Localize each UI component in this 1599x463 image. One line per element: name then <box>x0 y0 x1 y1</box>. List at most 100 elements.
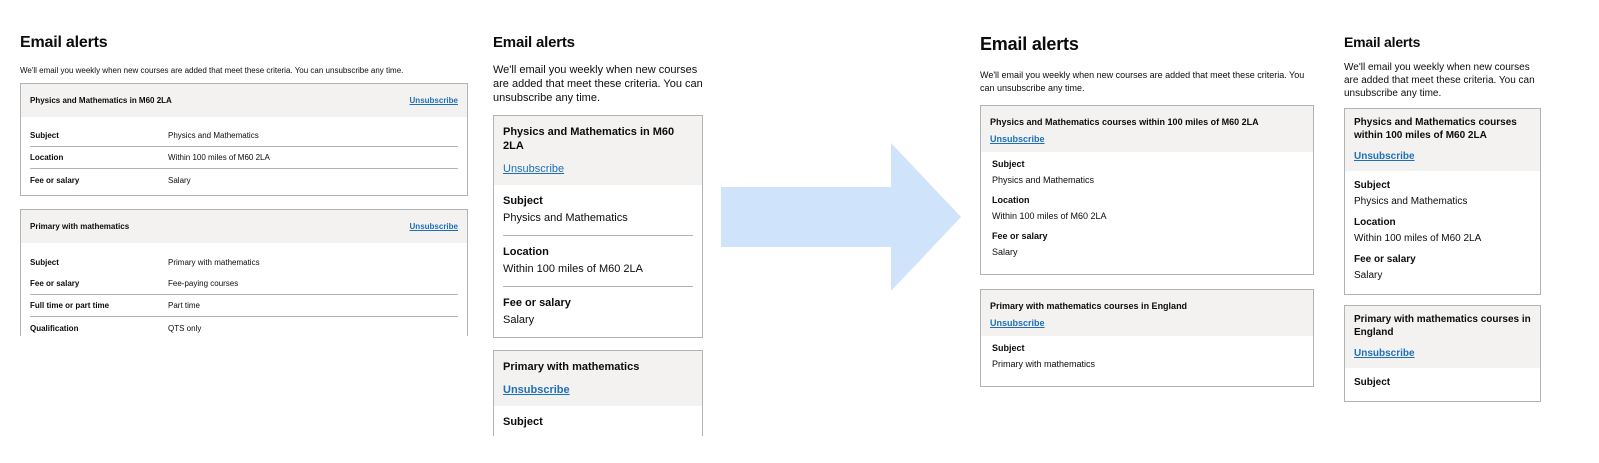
summary-value: Salary <box>1354 270 1383 281</box>
summary-value: Within 100 miles of M60 2LA <box>503 263 644 275</box>
before-mobile-panel: Email alerts We'll email you weekly when… <box>493 34 705 436</box>
summary-value: Salary <box>168 175 191 185</box>
alert-card: Primary with mathematics courses in Engl… <box>1344 305 1541 402</box>
summary-row: Qualification QTS only <box>30 317 458 336</box>
summary-key: Location <box>30 153 64 162</box>
summary-value: Salary <box>992 247 1018 257</box>
summary-row: Subject <box>503 406 693 436</box>
summary-value: Part time <box>168 301 201 310</box>
summary-value: Physics and Mathematics <box>168 131 259 140</box>
summary-row: Location Within 100 miles of M60 2LA <box>503 236 693 287</box>
summary-key: Fee or salary <box>30 279 80 288</box>
alert-summary-list: Subject Physics and Mathematics Location… <box>981 152 1313 274</box>
summary-key: Location <box>1354 217 1396 228</box>
alert-card: Physics and Mathematics courses within 1… <box>1344 108 1541 295</box>
summary-row: Location Within 100 miles of M60 2LA <box>992 194 1302 223</box>
summary-key: Subject <box>503 195 543 207</box>
after-desktop-panel: Email alerts We'll email you weekly when… <box>980 34 1314 400</box>
summary-row: Fee or salary Salary <box>992 230 1302 259</box>
intro-text: We'll email you weekly when new courses … <box>493 64 703 104</box>
alert-title: Primary with mathematics <box>503 361 640 373</box>
summary-row: Subject Primary with mathematics <box>992 342 1302 371</box>
summary-row: Location Within 100 miles of M60 2LA <box>1354 216 1531 245</box>
summary-key: Fee or salary <box>503 297 571 309</box>
summary-row: Full time or part time Part time <box>30 295 458 317</box>
unsubscribe-link[interactable]: Unsubscribe <box>503 384 693 396</box>
unsubscribe-link[interactable]: Unsubscribe <box>410 96 458 105</box>
alert-title: Physics and Mathematics in M60 2LA <box>503 126 675 152</box>
alert-card-header: Physics and Mathematics in M60 2LA Unsub… <box>21 84 467 117</box>
alert-title: Physics and Mathematics in M60 2LA <box>30 96 172 105</box>
alert-card: Primary with mathematics courses in Engl… <box>980 289 1314 387</box>
summary-key: Full time or part time <box>30 301 110 310</box>
summary-row: Subject <box>1354 376 1531 389</box>
alert-summary-list: Subject Physics and Mathematics Location… <box>494 185 702 337</box>
alert-summary-list: Subject Primary with mathematics <box>981 336 1313 386</box>
summary-row: Subject Physics and Mathematics <box>992 158 1302 187</box>
page-heading: Email alerts <box>493 34 575 51</box>
alert-summary-list: Subject Physics and Mathematics Location… <box>1345 171 1540 294</box>
intro-text: We'll email you weekly when new courses … <box>980 70 1305 93</box>
summary-key: Subject <box>30 131 59 140</box>
alert-card-header: Physics and Mathematics in M60 2LA Unsub… <box>494 116 702 185</box>
unsubscribe-link[interactable]: Unsubscribe <box>1354 151 1531 162</box>
summary-key: Qualification <box>30 323 79 333</box>
alert-card: Primary with mathematics Unsubscribe Sub… <box>493 350 703 436</box>
summary-key: Subject <box>503 416 543 428</box>
alert-card: Physics and Mathematics courses within 1… <box>980 105 1314 275</box>
summary-key: Subject <box>992 343 1025 353</box>
summary-key: Fee or salary <box>30 175 80 185</box>
summary-row: Subject Physics and Mathematics <box>30 125 458 147</box>
summary-value: QTS only <box>168 323 202 333</box>
summary-value: Within 100 miles of M60 2LA <box>168 153 270 162</box>
alert-title: Physics and Mathematics courses within 1… <box>990 117 1259 127</box>
summary-row: Subject Physics and Mathematics <box>1354 179 1531 208</box>
unsubscribe-link[interactable]: Unsubscribe <box>1354 348 1531 359</box>
alert-title: Primary with mathematics courses in Engl… <box>1354 314 1531 338</box>
summary-key: Subject <box>992 159 1025 169</box>
summary-row: Fee or salary Fee-paying courses <box>30 273 458 295</box>
summary-row: Fee or salary Salary <box>1354 253 1531 282</box>
alert-title: Primary with mathematics <box>30 222 130 231</box>
summary-value: Within 100 miles of M60 2LA <box>1354 233 1482 244</box>
alert-summary-list: Subject <box>494 406 702 436</box>
alert-card-header: Primary with mathematics courses in Engl… <box>981 290 1313 336</box>
summary-row: Fee or salary Salary <box>30 169 458 191</box>
alert-title: Primary with mathematics courses in Engl… <box>990 301 1188 311</box>
summary-value: Physics and Mathematics <box>1354 196 1468 207</box>
alert-title: Physics and Mathematics courses within 1… <box>1354 117 1517 141</box>
arrow-right-icon <box>721 143 961 291</box>
alert-card: Physics and Mathematics in M60 2LA Unsub… <box>493 115 703 338</box>
alert-card: Primary with mathematics Unsubscribe Sub… <box>20 209 468 336</box>
summary-row: Fee or salary Salary <box>503 287 693 337</box>
intro-text: We'll email you weekly when new courses … <box>1344 62 1535 99</box>
summary-key: Subject <box>1354 377 1391 388</box>
summary-value: Primary with mathematics <box>992 359 1096 369</box>
intro-text: We'll email you weekly when new courses … <box>20 66 404 75</box>
summary-value: Within 100 miles of M60 2LA <box>992 211 1107 221</box>
alert-summary-list: Subject Physics and Mathematics Location… <box>21 117 467 195</box>
alert-card-header: Primary with mathematics courses in Engl… <box>1345 306 1540 368</box>
summary-key: Subject <box>30 257 59 267</box>
alert-card: Physics and Mathematics in M60 2LA Unsub… <box>20 83 468 196</box>
page-heading: Email alerts <box>1344 34 1421 50</box>
summary-key: Location <box>503 246 549 258</box>
alert-card-header: Primary with mathematics Unsubscribe <box>21 210 467 243</box>
summary-key: Fee or salary <box>1354 254 1416 265</box>
alert-card-header: Physics and Mathematics courses within 1… <box>1345 109 1540 171</box>
alert-summary-list: Subject Primary with mathematics Fee or … <box>21 243 467 336</box>
unsubscribe-link[interactable]: Unsubscribe <box>990 318 1304 328</box>
summary-key: Fee or salary <box>992 231 1048 241</box>
summary-value: Physics and Mathematics <box>992 175 1095 185</box>
summary-value: Primary with mathematics <box>168 257 260 267</box>
unsubscribe-link[interactable]: Unsubscribe <box>410 222 458 231</box>
unsubscribe-link[interactable]: Unsubscribe <box>503 163 693 175</box>
page-heading: Email alerts <box>980 34 1079 54</box>
alert-card-header: Primary with mathematics Unsubscribe <box>494 351 702 406</box>
summary-value: Physics and Mathematics <box>503 212 628 224</box>
summary-value: Fee-paying courses <box>168 279 239 288</box>
alert-card-header: Physics and Mathematics courses within 1… <box>981 106 1313 152</box>
unsubscribe-link[interactable]: Unsubscribe <box>990 134 1304 144</box>
summary-row: Subject Primary with mathematics <box>30 251 458 273</box>
summary-key: Location <box>992 195 1030 205</box>
